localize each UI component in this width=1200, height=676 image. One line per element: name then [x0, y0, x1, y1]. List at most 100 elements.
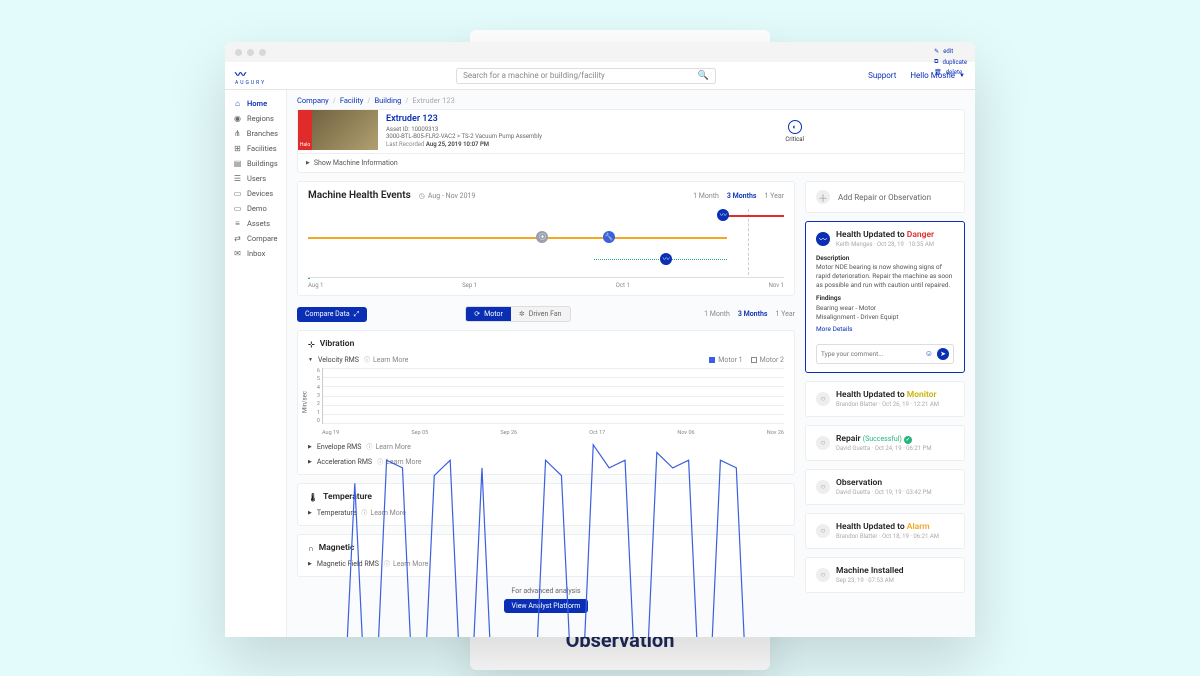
asset-name: Extruder 123 [386, 114, 542, 126]
sidebar-item-facilities[interactable]: ⊞Facilities [225, 141, 286, 156]
breadcrumb-item[interactable]: Company [297, 96, 329, 105]
sidebar-item-assets[interactable]: ≡Assets [225, 216, 286, 231]
topbar: 〰 AUGURY Search for a machine or buildin… [225, 62, 975, 90]
sidebar-item-regions[interactable]: ◉Regions [225, 111, 286, 126]
learn-more-link[interactable]: ⓘLearn More [364, 355, 408, 364]
sidebar-item-users[interactable]: ☰Users [225, 171, 286, 186]
range-option[interactable]: 1 Month [704, 310, 730, 318]
sidebar-item-compare[interactable]: ⇄Compare [225, 231, 286, 246]
search-input[interactable]: Search for a machine or building/facilit… [456, 68, 716, 84]
vibration-icon: ⊹ [308, 340, 315, 349]
legend-motor-1[interactable]: Motor 1 [709, 356, 742, 364]
breadcrumb-item[interactable]: Facility [340, 96, 364, 105]
feed-card[interactable]: ○Machine InstalledSep 23, 19 · 07:53 AM [805, 557, 965, 593]
driven-fan-toggle[interactable]: ✲Driven Fan [511, 307, 570, 321]
feed-card-icon: ○ [816, 524, 830, 538]
range-option[interactable]: 1 Year [764, 192, 784, 200]
compare-icon: ⤢ [354, 310, 360, 319]
machine-health-events-card: Machine Health Events ◷ Aug - Nov 2019 1… [297, 181, 795, 296]
feed-card-meta: Sep 23, 19 · 07:53 AM [836, 577, 904, 584]
comment-input-row: ☺➤ [816, 344, 954, 364]
main-content: Company/Facility/Building/Extruder 123 H… [287, 90, 975, 637]
sidebar-icon: ▤ [233, 159, 242, 168]
sidebar-icon: ⇄ [233, 234, 242, 243]
feed-card-title: Health Updated to Monitor [836, 390, 939, 400]
chevron-right-icon[interactable]: ▶ [308, 510, 312, 516]
window-dot[interactable] [247, 49, 254, 56]
asset-path: 3000-BTL-B05-FLR2-VAC2 > TS-2 Vacuum Pum… [386, 133, 542, 141]
sidebar-icon: ≡ [233, 219, 242, 228]
magnet-icon: ∩ [308, 544, 314, 553]
logo[interactable]: 〰 AUGURY [235, 66, 266, 86]
support-link[interactable]: Support [868, 71, 896, 80]
compare-data-button[interactable]: Compare Data⤢ [297, 307, 367, 322]
show-machine-info-toggle[interactable]: ▶ Show Machine Information [298, 153, 964, 172]
mhe-timeline: 〰 ⦿ 🔧 〰 [308, 209, 784, 289]
chevron-right-icon[interactable]: ▶ [308, 561, 312, 567]
sidebar-item-devices[interactable]: ▭Devices [225, 186, 286, 201]
search-icon[interactable]: 🔍 [698, 71, 709, 81]
timeline-axis: Aug 1Sep 1Oct 1Nov 1 [308, 277, 784, 289]
feed-card[interactable]: 〰Health Updated to DangerKeith Menges · … [805, 221, 965, 373]
chevron-right-icon[interactable]: ▶ [308, 459, 312, 465]
sidebar-item-buildings[interactable]: ▤Buildings [225, 156, 286, 171]
timeline-event-repair[interactable]: 🔧 [603, 231, 615, 243]
feed-card-icon: 〰 [816, 232, 830, 246]
window-dot[interactable] [235, 49, 242, 56]
sidebar-item-inbox[interactable]: ✉Inbox [225, 246, 286, 261]
asset-info: Extruder 123 Asset ID: 10009313 3000-BTL… [378, 110, 550, 153]
vibration-section: ⊹Vibration ▼ Velocity RMS ⓘLearn More Mo… [297, 330, 795, 475]
feed-card-icon: ○ [816, 392, 830, 406]
feed-card[interactable]: ○ObservationDavid Guetta · Oct 19, 19 · … [805, 469, 965, 505]
window-titlebar [225, 42, 975, 62]
motor-toggle[interactable]: ⟳Motor [466, 307, 511, 321]
more-details-link[interactable]: More Details [816, 325, 852, 334]
feed-card[interactable]: ○ Health Updated to MonitorBrandon Blatte… [805, 381, 965, 417]
sidebar-item-branches[interactable]: ⋔Branches [225, 126, 286, 141]
range-option[interactable]: 3 Months [738, 310, 768, 318]
breadcrumb: Company/Facility/Building/Extruder 123 [297, 96, 965, 105]
breadcrumb-item: Extruder 123 [412, 96, 454, 105]
info-icon: ⓘ [364, 355, 370, 364]
send-button[interactable]: ➤ [937, 348, 949, 360]
comment-input[interactable] [821, 350, 921, 358]
chevron-right-icon: ▶ [306, 160, 310, 166]
feed-card-icon: ○ [816, 436, 830, 450]
compare-toolbar: Compare Data⤢ ⟳Motor ✲Driven Fan 1 Month… [297, 306, 795, 322]
sidebar-icon: ◉ [233, 114, 242, 123]
emoji-icon[interactable]: ☺ [925, 349, 933, 358]
sidebar-icon: ⊞ [233, 144, 242, 153]
feed-card-title: Repair (Successful)✓ [836, 434, 932, 444]
search-placeholder: Search for a machine or building/facilit… [463, 71, 605, 80]
feed-card-icon: ○ [816, 480, 830, 494]
feed-card-icon: ○ [816, 568, 830, 582]
chevron-down-icon[interactable]: ▼ [308, 357, 313, 363]
legend-motor-2[interactable]: Motor 2 [751, 356, 784, 364]
sidebar-item-home[interactable]: ⌂Home [225, 96, 286, 111]
range-option[interactable]: 1 Year [775, 310, 795, 318]
thermometer-icon: 🌡 [308, 493, 318, 502]
velocity-rms-label: Velocity RMS [318, 356, 359, 364]
add-repair-observation-button[interactable]: ＋ Add Repair or Observation [805, 181, 965, 213]
window-dot[interactable] [259, 49, 266, 56]
sidebar-icon: ⌂ [233, 99, 242, 108]
breadcrumb-item[interactable]: Building [374, 96, 401, 105]
feed-card[interactable]: ○Health Updated to AlarmBrandon Blatter … [805, 513, 965, 549]
feed-card-meta: Brandon Blatter · Oct 26, 19 · 12:21 AM [836, 401, 939, 408]
range-option[interactable]: 3 Months [727, 192, 757, 200]
timeline-event-monitor[interactable]: 〰 [660, 253, 672, 265]
feed-card-title: Health Updated to Danger [836, 230, 934, 240]
timeline-event-danger[interactable]: 〰 [717, 209, 729, 221]
asset-card: Halo Extruder 123 Asset ID: 10009313 300… [297, 109, 965, 173]
asset-id: Asset ID: 10009313 [386, 126, 542, 134]
criticality-indicator: ◐ Critical [785, 110, 804, 153]
feed-card[interactable]: ○ Repair (Successful)✓David Guetta · Oct … [805, 425, 965, 461]
feed-card-meta: David Guetta · Oct 24, 19 · 06:21 PM [836, 445, 932, 452]
timeline-event-observation[interactable]: ⦿ [536, 231, 548, 243]
motor-icon: ⟳ [474, 310, 480, 318]
mhe-range-selector: 1 Month 3 Months 1 Year [693, 192, 784, 200]
sidebar-icon: ▭ [233, 204, 242, 213]
chevron-right-icon[interactable]: ▶ [308, 444, 312, 450]
sidebar-item-demo[interactable]: ▭Demo [225, 201, 286, 216]
range-option[interactable]: 1 Month [693, 192, 719, 200]
